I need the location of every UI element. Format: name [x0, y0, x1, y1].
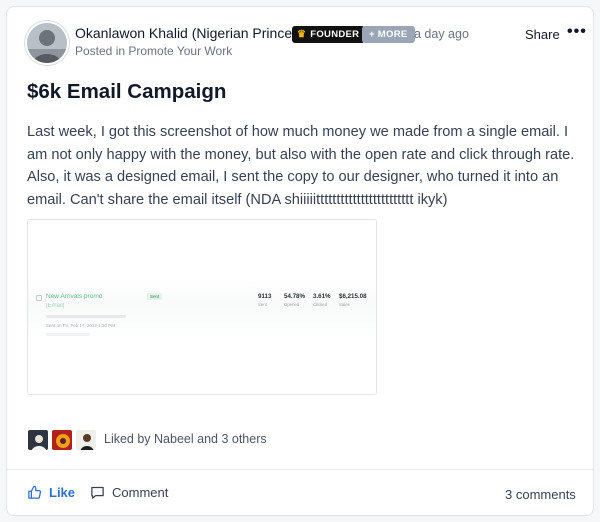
screenshot-stat-label: Sales — [339, 302, 350, 307]
screenshot-stat-label: Sent — [258, 302, 267, 307]
comment-button[interactable]: Comment — [90, 485, 168, 500]
founder-badge-label: FOUNDER — [310, 29, 360, 40]
screenshot-row-band — [28, 280, 376, 340]
comments-count[interactable]: 3 comments — [505, 487, 576, 502]
divider — [7, 469, 593, 470]
author-name[interactable]: Okanlawon Khalid (Nigerian Prince) — [75, 25, 297, 41]
share-button[interactable]: Share — [525, 27, 560, 42]
liked-by-text[interactable]: Liked by Nabeel and 3 others — [104, 432, 267, 446]
thumbs-up-icon — [28, 485, 42, 499]
screenshot-stat-label: Opened — [284, 302, 300, 307]
screenshot-stat-value: 9113 — [258, 293, 272, 300]
post-timestamp[interactable]: a day ago — [414, 27, 469, 41]
screenshot-stat-value: $6,215.08 — [339, 293, 367, 300]
screenshot-blurred-line — [46, 315, 126, 318]
attached-screenshot[interactable]: New Arrivals promo [Email] Sent Sent on … — [27, 219, 377, 395]
liker-avatar — [51, 429, 73, 451]
screenshot-sent-date: Sent on Fri, Feb 17, 2022 1:30 PM — [46, 323, 116, 328]
post-card: Okanlawon Khalid (Nigerian Prince) ♛ FOU… — [6, 6, 594, 516]
comment-label: Comment — [112, 485, 169, 500]
screenshot-stat-value: 54.78% — [284, 293, 305, 300]
post-body: Last week, I got this screenshot of how … — [27, 124, 575, 208]
screenshot-stat-label: Clicked — [313, 302, 328, 307]
author-avatar[interactable] — [27, 23, 67, 63]
screenshot-blurred-line — [46, 333, 90, 336]
like-label: Like — [49, 485, 76, 500]
liker-avatar — [27, 429, 49, 451]
screenshot-status-tag: Sent — [147, 293, 163, 300]
post-title: $6k Email Campaign — [27, 80, 227, 103]
more-options-icon[interactable]: ••• — [567, 23, 587, 41]
crown-icon: ♛ — [297, 29, 307, 40]
liker-avatar — [75, 429, 97, 451]
screenshot-campaign-name: New Arrivals promo — [46, 293, 103, 300]
founder-badge: ♛ FOUNDER — [292, 26, 366, 43]
screenshot-checkbox — [36, 295, 42, 301]
comment-icon — [91, 486, 104, 499]
post-category[interactable]: Posted in Promote Your Work — [75, 44, 232, 58]
like-button[interactable]: Like — [27, 485, 75, 500]
more-badges-button[interactable]: + MORE — [362, 26, 415, 43]
screenshot-stat-value: 3.61% — [313, 293, 331, 300]
screenshot-campaign-type: [Email] — [46, 303, 65, 309]
